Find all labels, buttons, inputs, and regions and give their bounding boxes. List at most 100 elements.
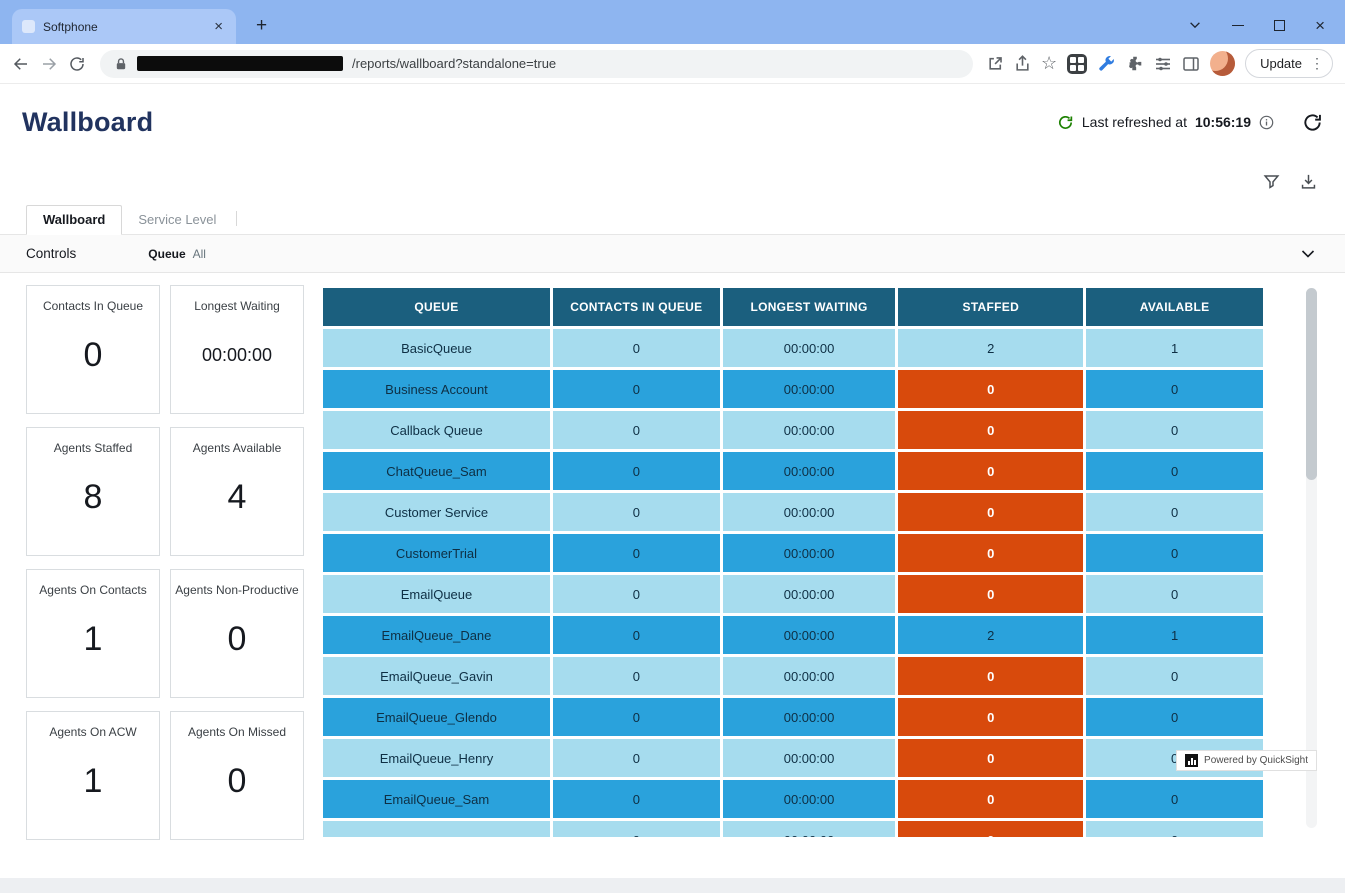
- queue-cell: 0: [553, 493, 720, 531]
- extensions-puzzle-icon[interactable]: [1126, 55, 1144, 73]
- back-button[interactable]: [12, 55, 30, 73]
- extension-grid-icon[interactable]: [1067, 54, 1087, 74]
- column-header-contacts-in-queue[interactable]: CONTACTS IN QUEUE: [553, 288, 720, 326]
- queue-cell: 0: [1086, 821, 1263, 837]
- queue-table: QUEUE CONTACTS IN QUEUE LONGEST WAITING …: [320, 285, 1266, 837]
- refreshed-time: 10:56:19: [1195, 114, 1251, 130]
- tab-divider: [236, 211, 237, 226]
- new-tab-button[interactable]: +: [250, 15, 273, 37]
- refresh-dashboard-button[interactable]: [1302, 112, 1323, 133]
- queue-row: BasicQueue000:00:0021: [323, 329, 1263, 367]
- column-header-queue[interactable]: QUEUE: [323, 288, 550, 326]
- side-panel-icon[interactable]: [1182, 55, 1200, 73]
- bookmark-star-icon[interactable]: ☆: [1041, 53, 1057, 74]
- queue-cell: EmailQueue_Gavin: [323, 657, 550, 695]
- open-in-new-icon[interactable]: [987, 55, 1004, 72]
- kpi-card: Agents Non-Productive 0: [170, 569, 304, 698]
- queue-row: CustomerTrial000:00:0000: [323, 534, 1263, 572]
- tab-title: Softphone: [43, 20, 203, 34]
- queue-row: EmailQueue_Glendo000:00:0000: [323, 698, 1263, 736]
- table-scrollbar: [1306, 288, 1317, 828]
- queue-cell: 00:00:00: [723, 575, 896, 613]
- controls-label: Controls: [26, 246, 76, 261]
- queue-row: EmailQueue_Dane000:00:0021: [323, 616, 1263, 654]
- update-label: Update: [1260, 56, 1302, 71]
- lock-icon[interactable]: [114, 57, 128, 71]
- window-controls: ×: [1188, 18, 1345, 44]
- queue-filter-control[interactable]: Queue All: [148, 247, 206, 261]
- profile-avatar[interactable]: [1210, 51, 1235, 76]
- reload-button[interactable]: [68, 55, 86, 73]
- queue-cell: 0: [898, 657, 1083, 695]
- tab-favicon: [22, 20, 35, 33]
- kpi-card: Agents On Contacts 1: [26, 569, 160, 698]
- queue-cell: 00:00:00: [723, 698, 896, 736]
- tab-search-chevron-icon[interactable]: [1188, 18, 1202, 32]
- kpi-card: Contacts In Queue 0: [26, 285, 160, 414]
- queue-cell: EmailQueue_Henry: [323, 739, 550, 777]
- last-refreshed: Last refreshed at 10:56:19: [1057, 114, 1274, 131]
- share-icon[interactable]: [1014, 55, 1031, 72]
- sheet-content: Contacts In Queue 0 Longest Waiting 00:0…: [0, 273, 1345, 835]
- kpi-title: Longest Waiting: [194, 299, 280, 313]
- queue-cell: Callback Queue: [323, 411, 550, 449]
- queue-cell: 0: [553, 411, 720, 449]
- queue-cell: 00:00:00: [723, 739, 896, 777]
- tab-wallboard[interactable]: Wallboard: [26, 205, 122, 235]
- table-scrollbar-thumb[interactable]: [1306, 288, 1317, 480]
- queue-cell: EmailQueue_Glendo: [323, 698, 550, 736]
- maximize-button[interactable]: [1274, 20, 1285, 31]
- kpi-value: 1: [84, 739, 103, 839]
- powered-by-quicksight-badge[interactable]: Powered by QuickSight: [1176, 750, 1317, 771]
- kpi-grid: Contacts In Queue 0 Longest Waiting 00:0…: [26, 285, 304, 835]
- url-bar[interactable]: /reports/wallboard?standalone=true: [100, 50, 973, 78]
- column-header-available[interactable]: AVAILABLE: [1086, 288, 1263, 326]
- queue-row: ChatQueue_Sam000:00:0000: [323, 452, 1263, 490]
- queue-row: EmailQueue_Gavin000:00:0000: [323, 657, 1263, 695]
- tab-close-icon[interactable]: ×: [211, 18, 226, 35]
- forward-button[interactable]: [40, 55, 58, 73]
- queue-cell: [323, 821, 550, 837]
- queue-cell: 0: [553, 616, 720, 654]
- queue-row: Callback Queue000:00:0000: [323, 411, 1263, 449]
- tune-extension-icon[interactable]: [1154, 55, 1172, 73]
- queue-cell: 0: [553, 780, 720, 818]
- queue-cell: 0: [898, 370, 1083, 408]
- export-download-icon[interactable]: [1300, 173, 1317, 190]
- queue-cell: EmailQueue_Sam: [323, 780, 550, 818]
- filter-funnel-icon[interactable]: [1263, 173, 1280, 190]
- queue-cell: 0: [1086, 411, 1263, 449]
- queue-cell: 0: [1086, 657, 1263, 695]
- queue-cell: 0: [898, 698, 1083, 736]
- kpi-value: 0: [84, 313, 103, 413]
- queue-cell: 00:00:00: [723, 616, 896, 654]
- queue-cell: 00:00:00: [723, 780, 896, 818]
- queue-cell: BasicQueue: [323, 329, 550, 367]
- url-redaction: [137, 56, 343, 71]
- queue-cell: ChatQueue_Sam: [323, 452, 550, 490]
- info-icon[interactable]: [1259, 115, 1274, 130]
- queue-cell: 0: [1086, 698, 1263, 736]
- column-header-staffed[interactable]: STAFFED: [898, 288, 1083, 326]
- queue-cell: 00:00:00: [723, 370, 896, 408]
- kpi-card: Agents On ACW 1: [26, 711, 160, 840]
- sheet-tabs: Wallboard Service Level: [0, 202, 1345, 235]
- browser-tab[interactable]: Softphone ×: [12, 9, 236, 44]
- wrench-extension-icon[interactable]: [1097, 54, 1116, 73]
- close-window-button[interactable]: ×: [1315, 20, 1325, 31]
- column-header-longest-waiting[interactable]: LONGEST WAITING: [723, 288, 896, 326]
- queue-cell: 0: [1086, 370, 1263, 408]
- queue-cell: 0: [898, 780, 1083, 818]
- queue-cell: 0: [553, 370, 720, 408]
- queue-cell: 0: [1086, 534, 1263, 572]
- browser-titlebar: Softphone × + ×: [0, 0, 1345, 44]
- queue-row: EmailQueue000:00:0000: [323, 575, 1263, 613]
- queue-cell: CustomerTrial: [323, 534, 550, 572]
- update-button[interactable]: Update ⋮: [1245, 49, 1333, 78]
- minimize-button[interactable]: [1232, 25, 1244, 26]
- kpi-value: 4: [228, 455, 247, 555]
- controls-collapse-chevron-icon[interactable]: [1299, 245, 1317, 263]
- tab-service-level[interactable]: Service Level: [122, 206, 232, 234]
- queue-cell: Business Account: [323, 370, 550, 408]
- queue-cell: 00:00:00: [723, 493, 896, 531]
